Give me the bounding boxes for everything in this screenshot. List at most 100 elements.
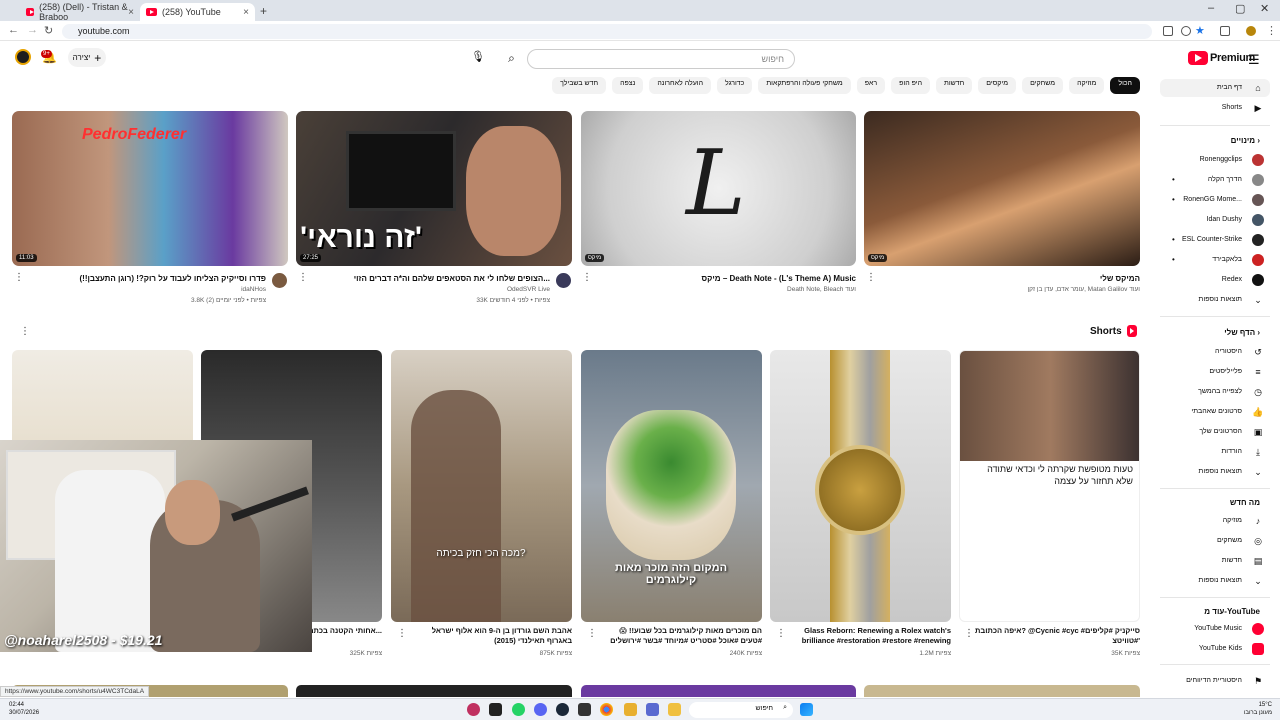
bookmark-star-icon[interactable]: ★ <box>1195 24 1205 37</box>
chip-new-for-you[interactable]: חדש בשבילך <box>552 77 607 94</box>
create-button[interactable]: יצירה + <box>68 48 106 67</box>
video-thumbnail-peek[interactable] <box>581 685 856 697</box>
video-thumbnail[interactable]: 'זה נוראי' 27:25 <box>296 111 572 266</box>
sidebar-item-gaming[interactable]: משחקים ◎ <box>1160 532 1270 550</box>
channel-avatar[interactable] <box>556 273 571 288</box>
short-thumbnail[interactable]: מכה הכי חזק בכיתה? <box>391 350 572 622</box>
video-title[interactable]: מיקס – Death Note - (L's Theme A) Music <box>597 274 856 283</box>
short-menu-icon[interactable]: ⋮ <box>397 628 407 639</box>
shorts-menu-icon[interactable]: ⋮ <box>20 326 30 337</box>
sidebar-item-downloads[interactable]: הורדות ⤓ <box>1160 443 1270 461</box>
subscriptions-heading[interactable]: מינויים › <box>1180 136 1260 145</box>
video-channel[interactable]: idaNHos <box>26 286 266 293</box>
sidebar-item-your-videos[interactable]: הסרטונים שלך ▣ <box>1160 423 1270 441</box>
taskbar-clock[interactable]: 02:44 30/07/2026 <box>9 701 39 717</box>
chip-news[interactable]: חדשות <box>936 77 973 94</box>
search-icon[interactable]: ⌕ <box>503 51 520 68</box>
chip-action-games[interactable]: משחקי פעולה והרפתקאות <box>758 77 851 94</box>
microphone-icon[interactable]: 🎙 <box>470 50 486 66</box>
video-thumbnail[interactable]: L מיקס <box>581 111 856 266</box>
taskbar-weather[interactable]: 15°C מעונן ברובו <box>1244 701 1272 717</box>
sidebar-sub-item[interactable]: Redex <box>1160 271 1270 289</box>
search-input[interactable]: חיפוש <box>527 49 795 69</box>
address-bar[interactable]: youtube.com <box>62 24 1152 39</box>
short-title[interactable]: איפה הכתובת? @Cycnic #cyc #סייקניק #קליפ… <box>975 626 1140 646</box>
short-thumbnail[interactable]: טעות מטופשת שקרתה לי וכדאי שתודה שלא תחז… <box>959 350 1140 622</box>
chip-music[interactable]: מוזיקה <box>1069 77 1105 94</box>
browser-tab-1[interactable]: (258) (Dell) - Tristan & Braboo × <box>20 2 140 22</box>
sidebar-item-report-history[interactable]: היסטוריית הדיווחים ⚑ <box>1160 672 1270 690</box>
chip-hiphop[interactable]: היפ הופ <box>891 77 931 94</box>
cast-icon[interactable] <box>1163 26 1173 36</box>
close-tab-icon[interactable]: × <box>243 7 249 18</box>
close-window-icon[interactable]: ✕ <box>1260 2 1269 15</box>
video-menu-icon[interactable]: ⋮ <box>582 272 592 283</box>
sidebar-sub-item[interactable]: • ESL Counter-Strike <box>1160 231 1270 249</box>
chip-watched[interactable]: נצפה <box>612 77 644 94</box>
steam-icon[interactable] <box>556 703 569 716</box>
video-title[interactable]: פדרו וסייקיק הצליחו לעבוד על רוק?! (רוגן… <box>26 274 267 283</box>
chip-all[interactable]: הכול <box>1110 77 1140 94</box>
short-thumbnail[interactable]: המקום הזה מוכר מאות קילוגרמים <box>581 350 762 622</box>
forward-icon[interactable]: → <box>27 24 38 36</box>
video-menu-icon[interactable]: ⋮ <box>866 272 876 283</box>
sidebar-item-shorts[interactable]: Shorts ▶ <box>1160 99 1270 117</box>
app-icon[interactable] <box>467 703 480 716</box>
profile-icon[interactable] <box>1246 26 1256 36</box>
discord-icon[interactable] <box>534 703 547 716</box>
reload-icon[interactable]: ↻ <box>44 24 53 37</box>
sidebar-show-more[interactable]: תוצאות נוספות ⌄ <box>1160 572 1270 590</box>
youtube-logo[interactable]: Premium <box>1188 51 1255 65</box>
short-thumbnail[interactable] <box>770 350 951 622</box>
sidebar-item-home[interactable]: דף הבית ⌂ <box>1160 79 1270 97</box>
video-title[interactable]: הצופים שלחו לי את הסטאפים שלהם וה*ה דברי… <box>310 274 550 283</box>
short-title[interactable]: אהבת השם גורדון בן ה-9 הוא אלוף ישראל בא… <box>407 626 572 646</box>
short-menu-icon[interactable]: ⋮ <box>964 628 974 639</box>
video-channel[interactable]: עומר אדם, עדן בן זקן, Matan Galilov ועוד <box>880 286 1140 293</box>
short-menu-icon[interactable]: ⋮ <box>587 628 597 639</box>
sidebar-show-more[interactable]: תוצאות נוספות ⌄ <box>1160 291 1270 309</box>
sidebar-item-playlists[interactable]: פלייליסטים ≡ <box>1160 363 1270 381</box>
whatsapp-icon[interactable] <box>512 703 525 716</box>
chip-mixes[interactable]: מיקסים <box>978 77 1017 94</box>
video-thumbnail-peek[interactable] <box>864 685 1140 697</box>
folder-icon[interactable] <box>624 703 637 716</box>
account-avatar[interactable] <box>15 49 31 65</box>
minimize-icon[interactable]: – <box>1208 2 1214 14</box>
browser-menu-icon[interactable]: ⋮ <box>1266 24 1277 37</box>
video-channel[interactable]: Death Note, Bleach ועוד <box>597 286 856 293</box>
sidebar-item-music[interactable]: מוזיקה ♪ <box>1160 512 1270 530</box>
windows-start-icon[interactable] <box>800 703 813 716</box>
sidebar-sub-item[interactable]: • הדרך הקלה <box>1160 171 1270 189</box>
sidebar-sub-item[interactable]: Ronenggclips <box>1160 151 1270 169</box>
sidebar-sub-item[interactable]: • בלאקבירד <box>1160 251 1270 269</box>
new-tab-icon[interactable]: + <box>260 4 267 18</box>
video-menu-icon[interactable]: ⋮ <box>298 272 308 283</box>
sidebar-item-watch-later[interactable]: לצפייה בהמשך ◷ <box>1160 383 1270 401</box>
maximize-icon[interactable]: ▢ <box>1235 2 1245 15</box>
chip-recently-uploaded[interactable]: הועלה לאחרונה <box>649 77 712 94</box>
chip-football[interactable]: כדורגל <box>717 77 753 94</box>
video-channel[interactable]: OdedSVR Live <box>310 286 550 293</box>
sidebar-item-liked[interactable]: סרטונים שאהבתי 👍 <box>1160 403 1270 421</box>
browser-tab-2[interactable]: (258) YouTube × <box>140 3 255 21</box>
app-icon[interactable] <box>578 703 591 716</box>
app-icon[interactable] <box>646 703 659 716</box>
short-menu-icon[interactable]: ⋮ <box>776 628 786 639</box>
close-tab-icon[interactable]: × <box>128 7 134 18</box>
back-icon[interactable]: ← <box>8 24 19 36</box>
sidebar-sub-item[interactable]: Idan Dushy <box>1160 211 1270 229</box>
short-title[interactable]: Glass Reborn: Renewing a Rolex watch's b… <box>786 626 951 646</box>
sidebar-show-more[interactable]: תוצאות נוספות ⌄ <box>1160 463 1270 481</box>
video-title[interactable]: המיקס שלי <box>880 274 1140 283</box>
sidebar-item-history[interactable]: היסטוריה ↺ <box>1160 343 1270 361</box>
video-menu-icon[interactable]: ⋮ <box>14 272 24 283</box>
sidebar-sub-item[interactable]: • RonenGG Mome... <box>1160 191 1270 209</box>
sidebar-item-youtube-kids[interactable]: YouTube Kids <box>1160 640 1270 658</box>
video-thumbnail-peek[interactable] <box>296 685 572 697</box>
taskbar-search[interactable]: חיפוש ⌕ <box>689 702 793 718</box>
chip-rap[interactable]: ראפ <box>856 77 886 94</box>
chrome-icon[interactable] <box>600 703 613 716</box>
you-heading[interactable]: הדף שלי › <box>1180 328 1260 337</box>
sidebar-item-youtube-music[interactable]: YouTube Music <box>1160 620 1270 638</box>
